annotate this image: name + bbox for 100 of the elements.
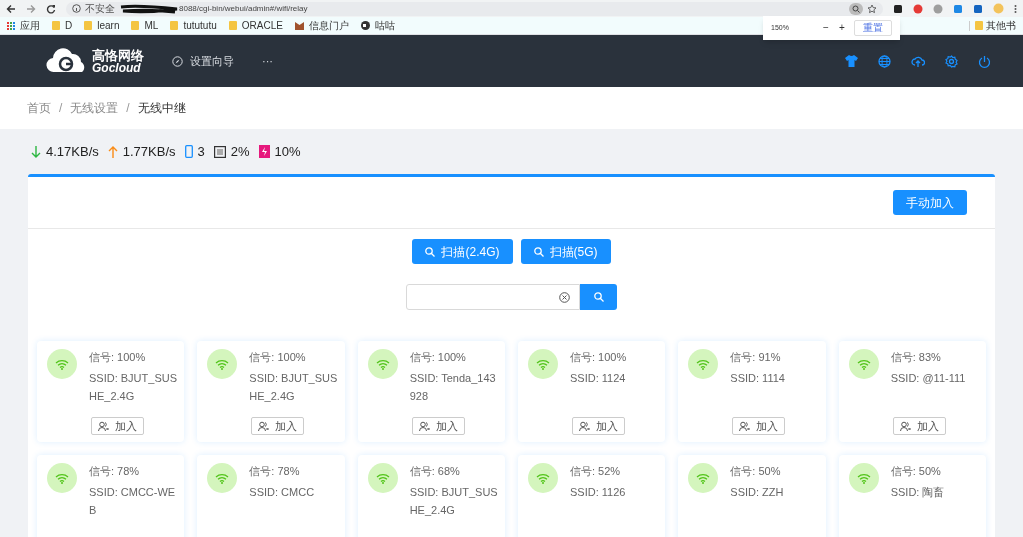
folder-icon — [170, 21, 179, 30]
globe-icon[interactable] — [878, 54, 891, 68]
wifi-icon — [47, 349, 77, 379]
signal-strength: 信号: 100% — [570, 350, 628, 365]
search-button[interactable] — [580, 284, 617, 310]
bookmark[interactable]: tutututu — [170, 20, 217, 31]
stat-value: 3 — [197, 142, 205, 161]
bookmark[interactable]: 其他书 — [969, 20, 1016, 31]
bookmark[interactable]: ORACLE — [228, 20, 283, 31]
join-button[interactable]: 加入 — [91, 417, 145, 435]
users-icon — [899, 420, 911, 432]
reset-button[interactable]: 重置 — [854, 20, 892, 36]
bookmark[interactable]: ML — [131, 20, 159, 31]
shirt-icon[interactable] — [845, 55, 858, 67]
wifi-icon — [688, 463, 719, 493]
wifi-icon — [688, 349, 719, 379]
users-icon — [98, 420, 110, 432]
ssid-text: SSID: ZZH — [730, 485, 785, 500]
wifi-icon — [528, 349, 558, 379]
users-icon — [739, 420, 751, 432]
signal-strength: 信号: 78% — [89, 464, 141, 479]
bookmark[interactable]: 信息门户 — [294, 20, 349, 31]
menu-icon[interactable] — [1014, 3, 1017, 14]
signal-strength: 信号: 50% — [730, 464, 782, 479]
search-icon — [425, 246, 436, 257]
apps-icon — [7, 21, 15, 30]
clear-icon[interactable] — [559, 291, 570, 303]
signal-strength: 信号: 68% — [409, 464, 461, 479]
signal-strength: 信号: 91% — [730, 350, 782, 365]
bookmark[interactable]: learn — [84, 20, 120, 31]
security-label: 不安全 — [85, 3, 115, 14]
cloud-upload-icon[interactable] — [911, 55, 925, 67]
memory-chip-icon — [258, 145, 270, 158]
folder-icon — [228, 21, 237, 30]
folder-icon — [975, 21, 983, 30]
extension-icon[interactable] — [893, 3, 903, 14]
ssid-text: SSID: 1114 — [730, 371, 786, 386]
ssid-text: SSID: 1124 — [570, 371, 627, 386]
nav-link[interactable]: ··· — [262, 52, 273, 70]
join-button[interactable]: 加入 — [732, 417, 786, 435]
address-bar[interactable]: 不安全 8088/cgi-bin/webui/admin#/wifi/relay — [66, 1, 883, 16]
signal-strength: 信号: 83% — [890, 350, 942, 365]
signal-strength: 信号: 52% — [570, 464, 622, 479]
breadcrumb-item[interactable]: 无线设置 — [70, 99, 119, 117]
brand-name: 高恪网络 — [92, 48, 144, 62]
stat-value: 1.77KB/s — [122, 142, 176, 161]
cpu-icon — [213, 145, 226, 158]
signal-strength: 信号: 100% — [89, 350, 147, 365]
wifi-icon — [47, 463, 77, 493]
zoom-out-button[interactable]: − — [821, 23, 831, 33]
wifi-icon — [367, 463, 398, 493]
star-icon[interactable] — [867, 3, 877, 14]
folder-icon — [84, 21, 93, 30]
down-arrow-icon — [31, 145, 41, 158]
settings-icon[interactable] — [945, 54, 958, 68]
zoom-in-button[interactable]: + — [837, 23, 847, 33]
wifi-icon — [848, 349, 879, 379]
brand-name: Gocloud — [92, 61, 142, 74]
signal-strength: 信号: 50% — [890, 464, 942, 479]
ssid-text: SSID: 陶畜 — [890, 485, 946, 500]
stat-value: 4.17KB/s — [46, 142, 99, 161]
search-field[interactable] — [406, 284, 580, 310]
compass-icon — [172, 55, 183, 67]
ssid-text: SSID: @11-111 — [890, 371, 967, 386]
power-icon[interactable] — [978, 54, 991, 68]
ssid-text: SSID: BJUT_SUSHE_2.4G — [249, 371, 339, 404]
nav-link[interactable]: 设置向导 — [172, 52, 234, 70]
ssid-text: SSID: 1126 — [570, 485, 627, 500]
breadcrumb-separator: / — [59, 100, 63, 117]
bookmark[interactable]: 咕咕 — [360, 20, 395, 31]
ssid-text: SSID: Tenda_143928 — [409, 371, 497, 404]
redaction-scribble — [119, 3, 179, 14]
site-icon — [294, 21, 304, 30]
signal-strength: 信号: 100% — [249, 350, 307, 365]
join-button[interactable]: 加入 — [572, 417, 626, 435]
bookmark[interactable]: D — [52, 20, 73, 31]
url-text: 8088/cgi-bin/webui/admin#/wifi/relay — [179, 2, 308, 15]
signal-strength: 信号: 100% — [409, 350, 467, 365]
join-button[interactable]: 加入 — [251, 417, 305, 435]
bookmark[interactable]: 应用 — [7, 20, 40, 31]
wifi-icon — [207, 463, 238, 493]
ssid-text: SSID: BJUT_SUSHE_2.4G — [89, 371, 179, 404]
zoom-icon[interactable] — [849, 2, 863, 15]
stat-value: 2% — [230, 142, 250, 161]
reload-icon[interactable] — [46, 3, 56, 14]
breadcrumb-item[interactable]: 首页 — [27, 99, 51, 117]
search-icon — [593, 292, 604, 302]
join-button[interactable]: 加入 — [892, 417, 946, 435]
forward-icon[interactable] — [26, 3, 36, 14]
ssid-text: SSID: BJUT_SUSHE_2.4G — [409, 485, 499, 518]
wifi-icon — [367, 349, 398, 379]
join-button[interactable]: 加入 — [411, 417, 465, 435]
breadcrumb-item: 无线中继 — [137, 100, 186, 117]
wifi-icon — [528, 463, 558, 493]
folder-icon — [52, 21, 60, 30]
users-icon — [258, 420, 270, 432]
phone-icon — [184, 145, 193, 158]
breadcrumb-separator: / — [126, 100, 130, 117]
ssid-text: SSID: CMCC-WEB — [89, 485, 177, 518]
back-icon[interactable] — [6, 3, 16, 14]
